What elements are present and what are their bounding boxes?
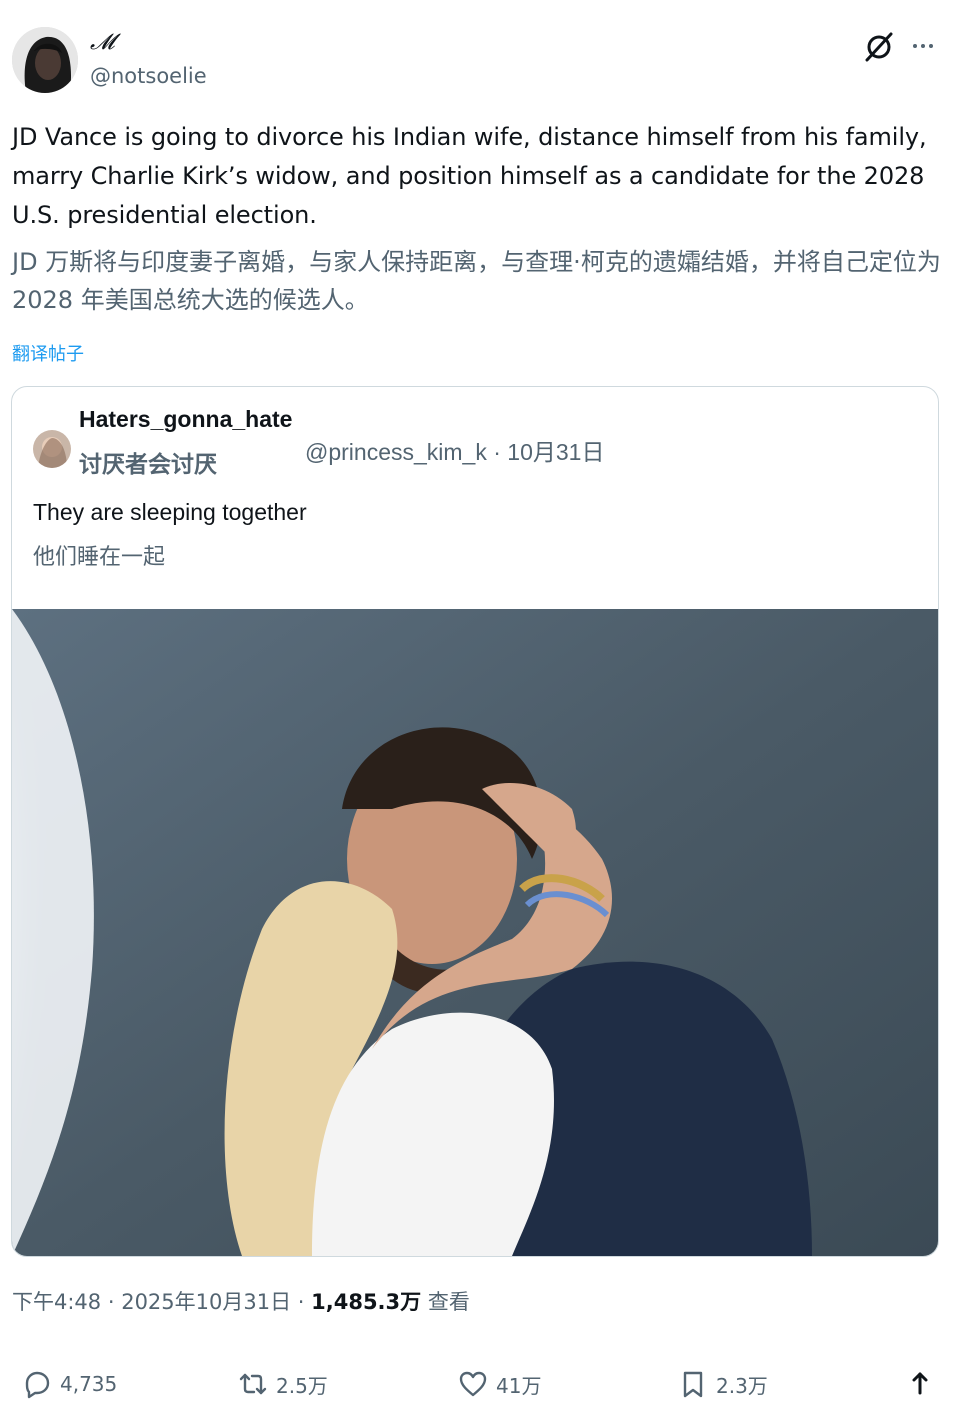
- like-count: 41万: [496, 1373, 542, 1398]
- avatar[interactable]: [12, 27, 78, 93]
- retweet-icon: [239, 1373, 267, 1395]
- post-text: JD Vance is going to divorce his Indian …: [12, 123, 927, 229]
- share-button[interactable]: [905, 1362, 935, 1406]
- post-translation: JD 万斯将与印度妻子离婚，与家人保持距离，与查理·柯克的遗孀结婚，并将自己定位…: [12, 248, 941, 314]
- quoted-post[interactable]: Haters_gonna_hate 讨厌者会讨厌 @princess_kim_k…: [11, 386, 939, 1257]
- quoted-avatar[interactable]: [33, 430, 71, 468]
- share-icon: [912, 1372, 928, 1395]
- heart-icon: [459, 1371, 487, 1397]
- user-handle[interactable]: @notsoelie: [90, 64, 207, 88]
- grok-icon[interactable]: [862, 30, 896, 64]
- bookmark-icon: [683, 1371, 703, 1398]
- bookmark-button[interactable]: 2.3万: [678, 1362, 768, 1406]
- reply-count: 4,735: [60, 1372, 118, 1396]
- quoted-display-name[interactable]: Haters_gonna_hate: [79, 406, 292, 433]
- quoted-name-translation: 讨厌者会讨厌: [79, 452, 217, 478]
- like-button[interactable]: 41万: [458, 1362, 541, 1406]
- post-time[interactable]: 下午4:48: [12, 1290, 101, 1314]
- retweet-count: 2.5万: [276, 1373, 328, 1398]
- bookmark-count: 2.3万: [716, 1373, 768, 1398]
- quoted-photo[interactable]: [12, 609, 938, 1256]
- action-bar: 4,735 2.5万 41万 2.3万: [0, 1362, 964, 1406]
- post-timestamp: 下午4:48 · 2025年10月31日 · 1,485.3万 查看: [12, 1290, 470, 1314]
- reply-button[interactable]: 4,735: [22, 1362, 117, 1406]
- quoted-text: They are sleeping together: [33, 499, 307, 525]
- translate-post-link[interactable]: 翻译帖子: [12, 340, 84, 366]
- display-name[interactable]: 𝓜: [90, 30, 115, 55]
- more-options-icon[interactable]: [906, 34, 940, 58]
- quoted-handle-date: @princess_kim_k · 10月31日: [305, 439, 605, 465]
- quoted-text-translation: 他们睡在一起: [33, 545, 166, 570]
- views-label: 查看: [427, 1290, 470, 1314]
- views-count: 1,485.3万: [311, 1290, 422, 1314]
- reply-icon: [25, 1371, 50, 1399]
- post-date[interactable]: 2025年10月31日: [121, 1290, 291, 1314]
- retweet-button[interactable]: 2.5万: [238, 1362, 328, 1406]
